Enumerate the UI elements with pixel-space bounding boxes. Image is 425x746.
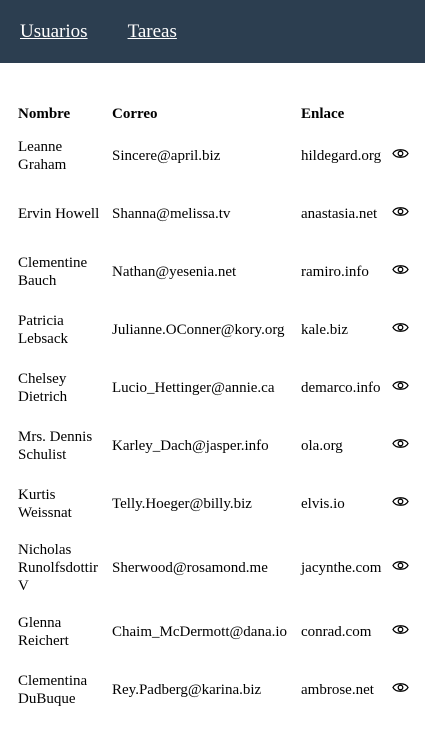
user-email: Karley_Dach@jasper.info	[112, 438, 269, 454]
user-name: Patricia Lebsack	[18, 313, 68, 347]
table-row: Chelsey Dietrich Lucio_Hettinger@annie.c…	[16, 359, 411, 417]
table-row: Clementina DuBuque Rey.Padberg@karina.bi…	[16, 661, 411, 719]
eye-icon[interactable]	[392, 681, 409, 694]
eye-icon[interactable]	[392, 263, 409, 276]
eye-icon[interactable]	[392, 379, 409, 392]
user-name: Kurtis Weissnat	[18, 487, 72, 521]
table-row: Leanne Graham Sincere@april.biz hildegar…	[16, 127, 411, 185]
eye-icon[interactable]	[392, 559, 409, 572]
user-name: Clementine Bauch	[18, 255, 88, 289]
user-website: demarco.info	[301, 380, 381, 396]
user-website: jacynthe.com	[301, 560, 382, 576]
user-email: Sincere@april.biz	[112, 148, 221, 164]
user-email: Rey.Padberg@karina.biz	[112, 682, 262, 698]
eye-icon[interactable]	[392, 205, 409, 218]
table-header-row: Nombre Correo Enlace	[16, 103, 411, 127]
eye-icon[interactable]	[392, 147, 409, 160]
table-row: Nicholas Runolfsdottir V Sherwood@rosamo…	[16, 533, 411, 603]
user-email: Nathan@yesenia.net	[112, 264, 237, 280]
user-name: Mrs. Dennis Schulist	[18, 429, 93, 463]
user-website: kale.biz	[301, 322, 349, 338]
top-nav-bar: Usuarios Tareas	[0, 0, 425, 63]
table-row: Ervin Howell Shanna@melissa.tv anastasia…	[16, 185, 411, 243]
user-email: Chaim_McDermott@dana.io	[112, 624, 288, 640]
column-header-actions	[389, 103, 411, 127]
user-email: Julianne.OConner@kory.org	[112, 322, 285, 338]
user-website: anastasia.net	[301, 206, 378, 222]
user-website: elvis.io	[301, 496, 345, 512]
table-row: Glenna Reichert Chaim_McDermott@dana.io …	[16, 603, 411, 661]
user-website: hildegard.org	[301, 148, 382, 164]
user-name: Glenna Reichert	[18, 615, 69, 649]
user-name: Leanne Graham	[18, 139, 67, 173]
user-email: Sherwood@rosamond.me	[112, 560, 268, 576]
table-row: Patricia Lebsack Julianne.OConner@kory.o…	[16, 301, 411, 359]
eye-icon[interactable]	[392, 321, 409, 334]
user-name: Nicholas Runolfsdottir V	[18, 542, 99, 594]
table-row: Kurtis Weissnat Telly.Hoeger@billy.biz e…	[16, 475, 411, 533]
user-website: ambrose.net	[301, 682, 374, 698]
column-header-name: Nombre	[18, 105, 71, 122]
user-website: conrad.com	[301, 624, 372, 640]
nav-link-users[interactable]: Usuarios	[20, 21, 88, 43]
nav-link-tasks[interactable]: Tareas	[128, 21, 177, 43]
user-name: Clementina DuBuque	[18, 673, 88, 707]
users-table: Nombre Correo Enlace Leanne Graham Since…	[16, 103, 411, 719]
eye-icon[interactable]	[392, 623, 409, 636]
user-website: ramiro.info	[301, 264, 369, 280]
eye-icon[interactable]	[392, 437, 409, 450]
user-name: Ervin Howell	[18, 206, 100, 222]
user-email: Lucio_Hettinger@annie.ca	[112, 380, 275, 396]
user-website: ola.org	[301, 438, 343, 454]
user-email: Telly.Hoeger@billy.biz	[112, 496, 252, 512]
eye-icon[interactable]	[392, 495, 409, 508]
column-header-link: Enlace	[301, 105, 345, 122]
table-row: Clementine Bauch Nathan@yesenia.net rami…	[16, 243, 411, 301]
table-row: Mrs. Dennis Schulist Karley_Dach@jasper.…	[16, 417, 411, 475]
user-email: Shanna@melissa.tv	[112, 206, 231, 222]
column-header-email: Correo	[112, 105, 158, 122]
user-name: Chelsey Dietrich	[18, 371, 68, 405]
